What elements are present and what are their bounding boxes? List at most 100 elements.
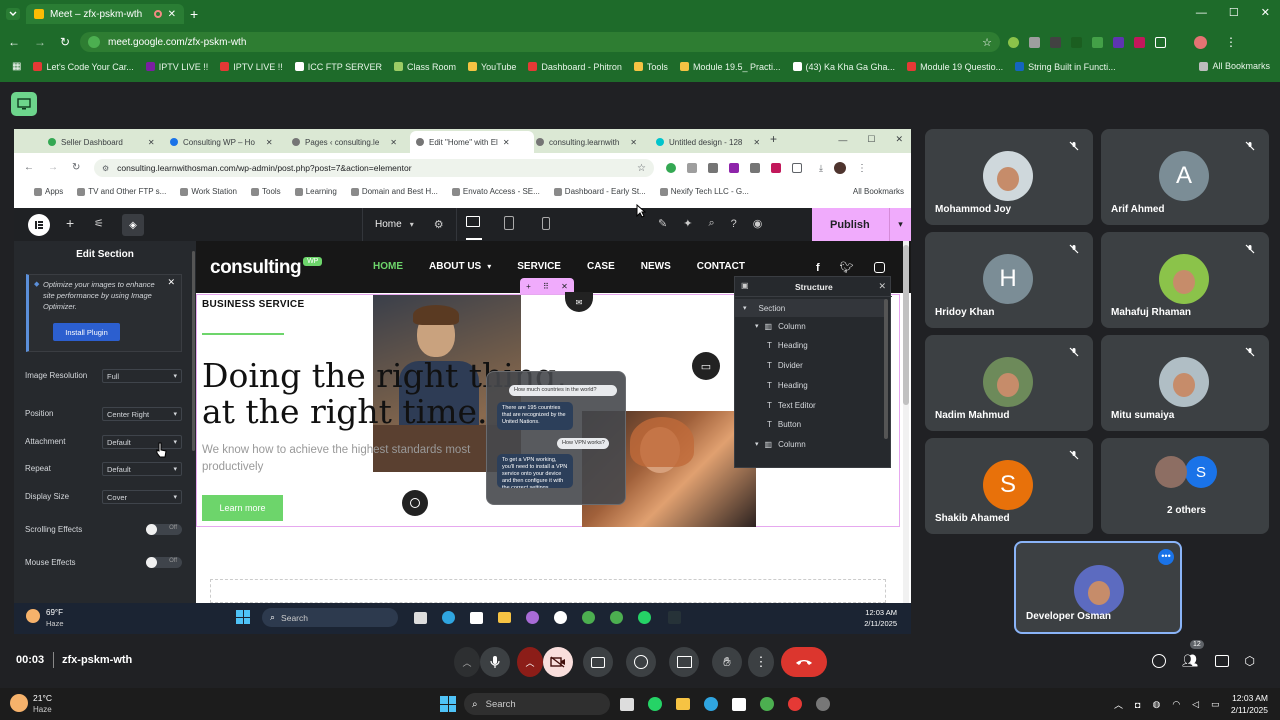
extension-icon[interactable] <box>1071 36 1082 48</box>
control-select[interactable]: Default ▾ <box>102 462 182 476</box>
scrolling-effects-toggle[interactable]: Off <box>146 524 182 535</box>
extension-icon[interactable] <box>1050 36 1061 48</box>
add-element-icon[interactable]: + <box>66 215 74 231</box>
chrome-icon[interactable] <box>788 697 802 711</box>
help-icon[interactable]: ? <box>731 218 737 230</box>
search-icon[interactable]: ⌕ <box>708 217 714 230</box>
new-tab-button[interactable]: + <box>770 132 777 146</box>
camera-off-button[interactable] <box>543 647 573 677</box>
menu-kebab-icon[interactable]: ⋮ <box>1225 35 1237 49</box>
brush-icon[interactable]: ✎ <box>658 217 667 230</box>
menu-kebab-icon[interactable]: ⋮ <box>857 163 867 174</box>
tab-search-button[interactable] <box>6 8 20 20</box>
forward-icon[interactable]: → <box>48 162 58 173</box>
inner-all-bookmarks[interactable]: All Bookmarks <box>853 187 904 196</box>
desktop-view-icon[interactable] <box>466 216 480 227</box>
tile-options-icon[interactable]: ••• <box>1158 549 1174 565</box>
extension-icon[interactable] <box>708 163 718 173</box>
inner-tab-active[interactable]: Edit "Home" with El ✕ <box>410 131 534 153</box>
tablet-view-icon[interactable] <box>504 216 514 230</box>
folder-icon[interactable] <box>676 698 690 710</box>
bookmark-item[interactable]: Module 19 Questio... <box>907 62 1003 72</box>
inner-bookmark-item[interactable]: Apps <box>34 187 63 196</box>
expand-caret-icon[interactable]: ▾ <box>755 440 759 448</box>
participant-tile[interactable]: S 2 others <box>1101 438 1269 534</box>
extension-icon[interactable] <box>1113 36 1124 48</box>
taskbar-search[interactable]: ⌕ Search <box>464 693 610 715</box>
camera-options-chevron-icon[interactable]: ︿ <box>517 647 543 677</box>
chrome-icon[interactable] <box>610 611 623 624</box>
structure-item[interactable]: T Text Editor <box>767 401 816 410</box>
extension-icon[interactable] <box>729 163 739 173</box>
nav-item[interactable]: CONTACT <box>697 261 745 272</box>
bookmark-item[interactable]: Class Room <box>393 62 456 72</box>
inner-address-bar[interactable]: ⚙ consulting.learnwithosman.com/wp-admin… <box>94 159 654 177</box>
elementor-logo-icon[interactable] <box>28 214 50 236</box>
bookmark-item[interactable]: Tools <box>633 62 668 72</box>
bookmark-item[interactable]: IPTV LIVE !! <box>220 62 283 72</box>
structure-item[interactable]: ▾ Section <box>735 299 885 317</box>
install-plugin-button[interactable]: Install Plugin <box>53 323 120 341</box>
inner-bookmark-item[interactable]: Domain and Best H... <box>350 187 438 196</box>
taskbar-search[interactable]: ⌕ Search <box>262 608 398 627</box>
control-select[interactable]: Center Right ▾ <box>102 407 182 421</box>
maximize-button[interactable]: ☐ <box>1229 6 1239 19</box>
close-tab-icon[interactable]: ✕ <box>753 138 760 147</box>
inner-tab[interactable]: consulting.learnwith ✕ <box>530 132 643 152</box>
structure-item[interactable]: ▾ ▥ Column <box>755 322 806 331</box>
bookmark-item[interactable]: Module 19.5_ Practi... <box>679 62 781 72</box>
copilot-icon[interactable] <box>526 611 539 624</box>
tray-app-icon[interactable]: ◘ <box>1135 700 1140 710</box>
more-options-button[interactable]: ⋮ <box>748 647 774 677</box>
apps-grid-icon[interactable]: ▦ <box>12 61 21 72</box>
close-tab-icon[interactable]: ✕ <box>266 138 273 147</box>
site-logo[interactable]: consulting WP <box>210 256 323 279</box>
whatsapp-icon[interactable] <box>638 611 651 624</box>
close-tab-icon[interactable]: ✕ <box>630 138 637 147</box>
control-select[interactable]: Default ▾ <box>102 435 182 449</box>
nav-item[interactable]: HOME <box>373 261 403 272</box>
close-notice-icon[interactable]: ✕ <box>167 277 175 288</box>
page-select[interactable]: Home ▾ ⚙ <box>362 208 457 241</box>
inner-bookmark-item[interactable]: Dashboard - Early St... <box>553 187 646 196</box>
inner-tab[interactable]: Seller Dashboard ✕ <box>42 132 161 152</box>
publish-options-chevron-icon[interactable]: ▾ <box>889 208 911 241</box>
participant-tile[interactable]: S Shakib Ahamed <box>925 438 1093 534</box>
edge-icon[interactable] <box>704 697 718 711</box>
store-icon[interactable] <box>732 697 746 711</box>
search-circle-icon[interactable] <box>402 490 428 516</box>
drag-handle-icon[interactable]: ⠿ <box>543 282 549 291</box>
structure-item[interactable]: T Button <box>767 420 801 429</box>
inner-bookmark-item[interactable]: Learning <box>294 187 337 196</box>
download-icon[interactable]: ⤓ <box>819 163 823 174</box>
mobile-view-icon[interactable] <box>542 217 550 230</box>
expand-caret-icon[interactable]: ▾ <box>755 322 759 330</box>
forward-icon[interactable]: → <box>34 35 46 49</box>
tray-chevron-icon[interactable]: ︿ <box>1114 698 1123 711</box>
bookmark-item[interactable]: IPTV LIVE !! <box>145 62 208 72</box>
new-tab-button[interactable]: + <box>190 6 198 22</box>
delete-section-icon[interactable]: ✕ <box>561 282 568 291</box>
close-tab-icon[interactable]: ✕ <box>168 9 176 20</box>
structure-collapse-icon[interactable]: ▣ <box>741 281 749 290</box>
inner-tab[interactable]: Untitled design - 128 ✕ <box>650 132 766 152</box>
wifi-icon[interactable]: ◠ <box>1172 699 1180 710</box>
inner-bookmark-item[interactable]: Tools <box>251 187 281 196</box>
people-icon[interactable]: 👥︎ 12 <box>1182 640 1204 669</box>
whatsapp-icon[interactable] <box>648 697 662 711</box>
chat-bubble-icon[interactable]: ▭ <box>692 352 720 380</box>
raise-hand-button[interactable]: ✋︎ <box>712 647 742 677</box>
close-tab-icon[interactable]: ✕ <box>390 138 397 147</box>
nav-item[interactable]: CASE <box>587 261 615 272</box>
control-select[interactable]: Full ▾ <box>102 369 182 383</box>
nav-item[interactable]: NEWS <box>641 261 671 272</box>
inner-tab[interactable]: Pages ‹ consulting.le ✕ <box>286 132 403 152</box>
extension-icon[interactable] <box>666 163 676 173</box>
structure-item[interactable]: ▾ ▥ Column <box>755 440 806 449</box>
extension-icon[interactable] <box>750 163 760 173</box>
back-icon[interactable]: ← <box>8 35 20 49</box>
minimize-button[interactable]: — <box>838 135 847 145</box>
gear-icon[interactable]: ⚙ <box>434 218 444 231</box>
close-window-button[interactable]: ✕ <box>895 134 903 145</box>
participant-tile[interactable]: Mitu sumaiya <box>1101 335 1269 431</box>
